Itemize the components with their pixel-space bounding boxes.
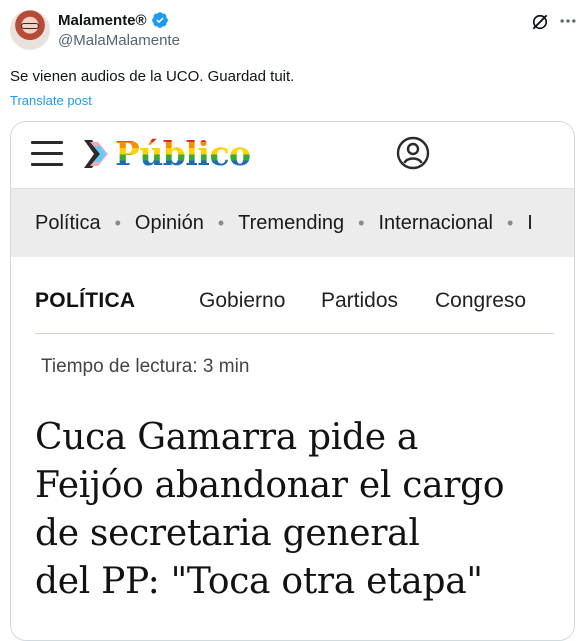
nav-separator: • [506,212,514,233]
section-bar: POLÍTICA Gobierno Partidos Congreso [35,285,554,334]
avatar[interactable] [10,10,50,50]
nav-item-politica[interactable]: Política [35,212,101,235]
author-row: Malamente® [58,11,169,29]
hamburger-menu-icon[interactable] [31,141,63,166]
grok-icon[interactable] [530,12,550,32]
author-name[interactable]: Malamente® [58,12,147,29]
site-nav: Política • Opinión • Tremending • Intern… [11,188,574,257]
tweet-text: Se vienen audios de la UCO. Guardad tuit… [10,68,295,85]
author-handle[interactable]: @MalaMalamente [58,32,180,49]
translate-post-link[interactable]: Translate post [10,93,92,108]
section-title[interactable]: POLÍTICA [35,289,135,313]
verified-badge-icon [151,12,168,28]
headline-line: del PP: "Toca otra etapa" [35,561,483,602]
section-link-congreso[interactable]: Congreso [435,289,526,313]
nav-item-opinion[interactable]: Opinión [135,212,204,235]
headline-line: Cuca Gamarra pide a [35,417,419,458]
section-link-partidos[interactable]: Partidos [321,289,398,313]
site-header: Público [11,122,574,188]
site-logo-text: Público [115,134,251,173]
nav-item-truncated[interactable]: I [527,212,533,235]
reading-time: Tiempo de lectura: 3 min [41,356,250,377]
headline-line: de secretaria general [35,513,420,554]
nav-separator: • [114,212,121,233]
nav-separator: • [358,212,365,233]
pride-arrow-icon [84,140,108,168]
nav-item-internacional[interactable]: Internacional [378,212,493,235]
section-link-gobierno[interactable]: Gobierno [199,289,285,313]
media-card[interactable]: Público Política • Opinión • Tremending … [10,121,575,641]
article-headline[interactable]: Cuca Gamarra pide a Feijóo abandonar el … [35,414,555,606]
site-logo[interactable]: Público [84,136,251,172]
nav-item-tremending[interactable]: Tremending [238,212,344,235]
avatar-glasses [21,23,39,29]
headline-line: Feijóo abandonar el cargo [35,465,505,506]
more-options-icon[interactable] [557,10,579,32]
nav-separator: • [217,212,225,233]
user-account-icon[interactable] [396,136,430,170]
